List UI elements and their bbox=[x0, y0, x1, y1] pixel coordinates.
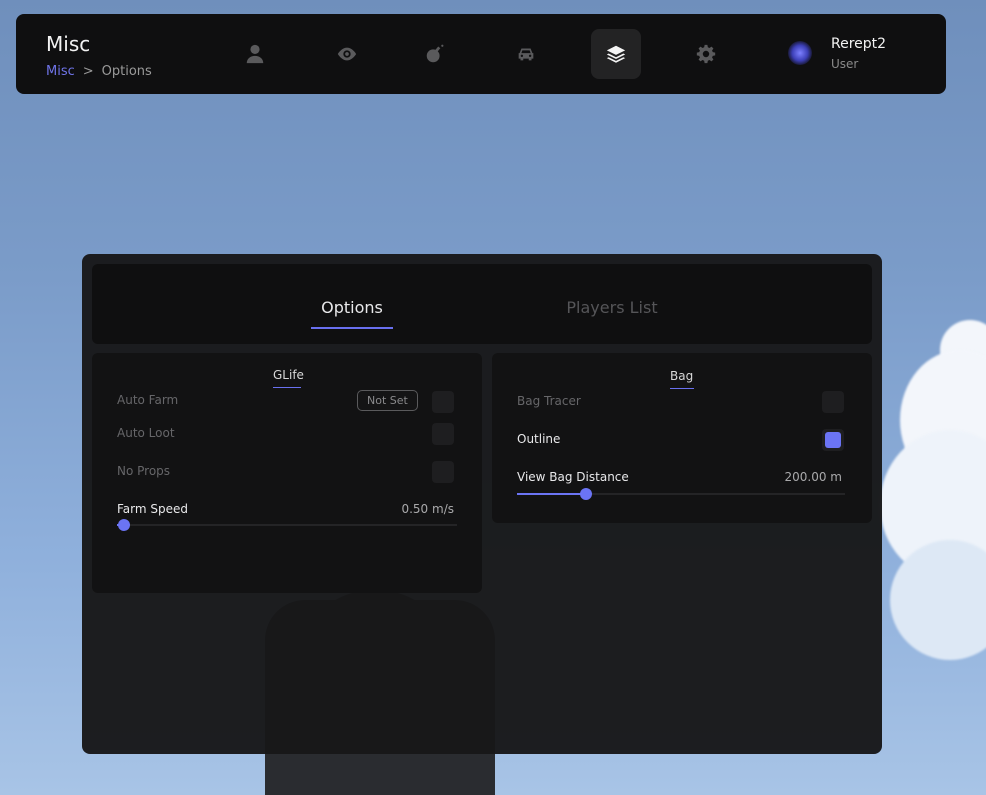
breadcrumb-separator: > bbox=[82, 64, 94, 79]
auto-loot-label: Auto Loot bbox=[117, 426, 175, 440]
auto-farm-keybind-button[interactable]: Not Set bbox=[357, 390, 418, 411]
user-name: Rerept2 bbox=[831, 36, 887, 52]
section-title: GLife bbox=[273, 368, 304, 382]
view-bag-distance-slider[interactable] bbox=[517, 488, 845, 500]
no-props-checkbox[interactable] bbox=[432, 461, 454, 483]
section-title: Bag bbox=[670, 369, 694, 383]
bomb-icon bbox=[426, 44, 444, 63]
nav-vehicle-button[interactable] bbox=[501, 29, 551, 79]
auto-farm-checkbox[interactable] bbox=[432, 391, 454, 413]
auto-farm-label: Auto Farm bbox=[117, 393, 179, 407]
nav-settings-button[interactable] bbox=[681, 29, 731, 79]
tab-bar: Options Players List bbox=[92, 264, 872, 344]
outline-checkbox[interactable] bbox=[822, 429, 844, 451]
breadcrumb: Misc > Options bbox=[46, 64, 152, 79]
view-bag-distance-label: View Bag Distance bbox=[517, 470, 629, 484]
outline-label: Outline bbox=[517, 432, 561, 446]
bag-tracer-checkbox[interactable] bbox=[822, 391, 844, 413]
page-title: Misc bbox=[46, 32, 91, 56]
view-bag-distance-value: 200.00 m bbox=[784, 470, 843, 484]
layers-icon bbox=[606, 45, 626, 63]
no-props-label: No Props bbox=[117, 464, 171, 478]
nav-weapons-button[interactable] bbox=[410, 29, 460, 79]
slider-handle[interactable] bbox=[580, 488, 592, 500]
top-bar: Misc Misc > Options Rerept2 User bbox=[16, 14, 946, 94]
bag-section: Bag Bag Tracer Outline View Bag Distance… bbox=[492, 353, 872, 523]
farm-speed-label: Farm Speed bbox=[117, 502, 188, 516]
breadcrumb-current: Options bbox=[101, 64, 152, 79]
slider-fill bbox=[517, 493, 586, 495]
car-icon bbox=[518, 48, 534, 61]
nav-misc-button[interactable] bbox=[591, 29, 641, 79]
avatar bbox=[788, 41, 812, 65]
glife-section: GLife Auto Farm Not Set Auto Loot No Pro… bbox=[92, 353, 482, 593]
user-role: User bbox=[831, 57, 859, 71]
bag-tracer-label: Bag Tracer bbox=[517, 394, 581, 408]
eye-icon bbox=[337, 47, 357, 61]
farm-speed-slider[interactable] bbox=[117, 519, 457, 531]
section-title-underline bbox=[273, 387, 301, 388]
farm-speed-value: 0.50 m/s bbox=[401, 502, 454, 516]
section-title-underline bbox=[670, 388, 694, 389]
auto-loot-checkbox[interactable] bbox=[432, 423, 454, 445]
tab-options[interactable]: Options bbox=[311, 298, 393, 317]
main-panel: Options Players List GLife Auto Farm Not… bbox=[82, 254, 882, 754]
active-tab-underline bbox=[311, 327, 393, 329]
nav-user-button[interactable] bbox=[230, 29, 280, 79]
nav-visuals-button[interactable] bbox=[322, 29, 372, 79]
breadcrumb-root-link[interactable]: Misc bbox=[46, 64, 75, 79]
gear-icon bbox=[696, 44, 716, 64]
slider-handle[interactable] bbox=[118, 519, 130, 531]
tab-players-list[interactable]: Players List bbox=[552, 298, 672, 317]
user-icon bbox=[246, 44, 264, 64]
